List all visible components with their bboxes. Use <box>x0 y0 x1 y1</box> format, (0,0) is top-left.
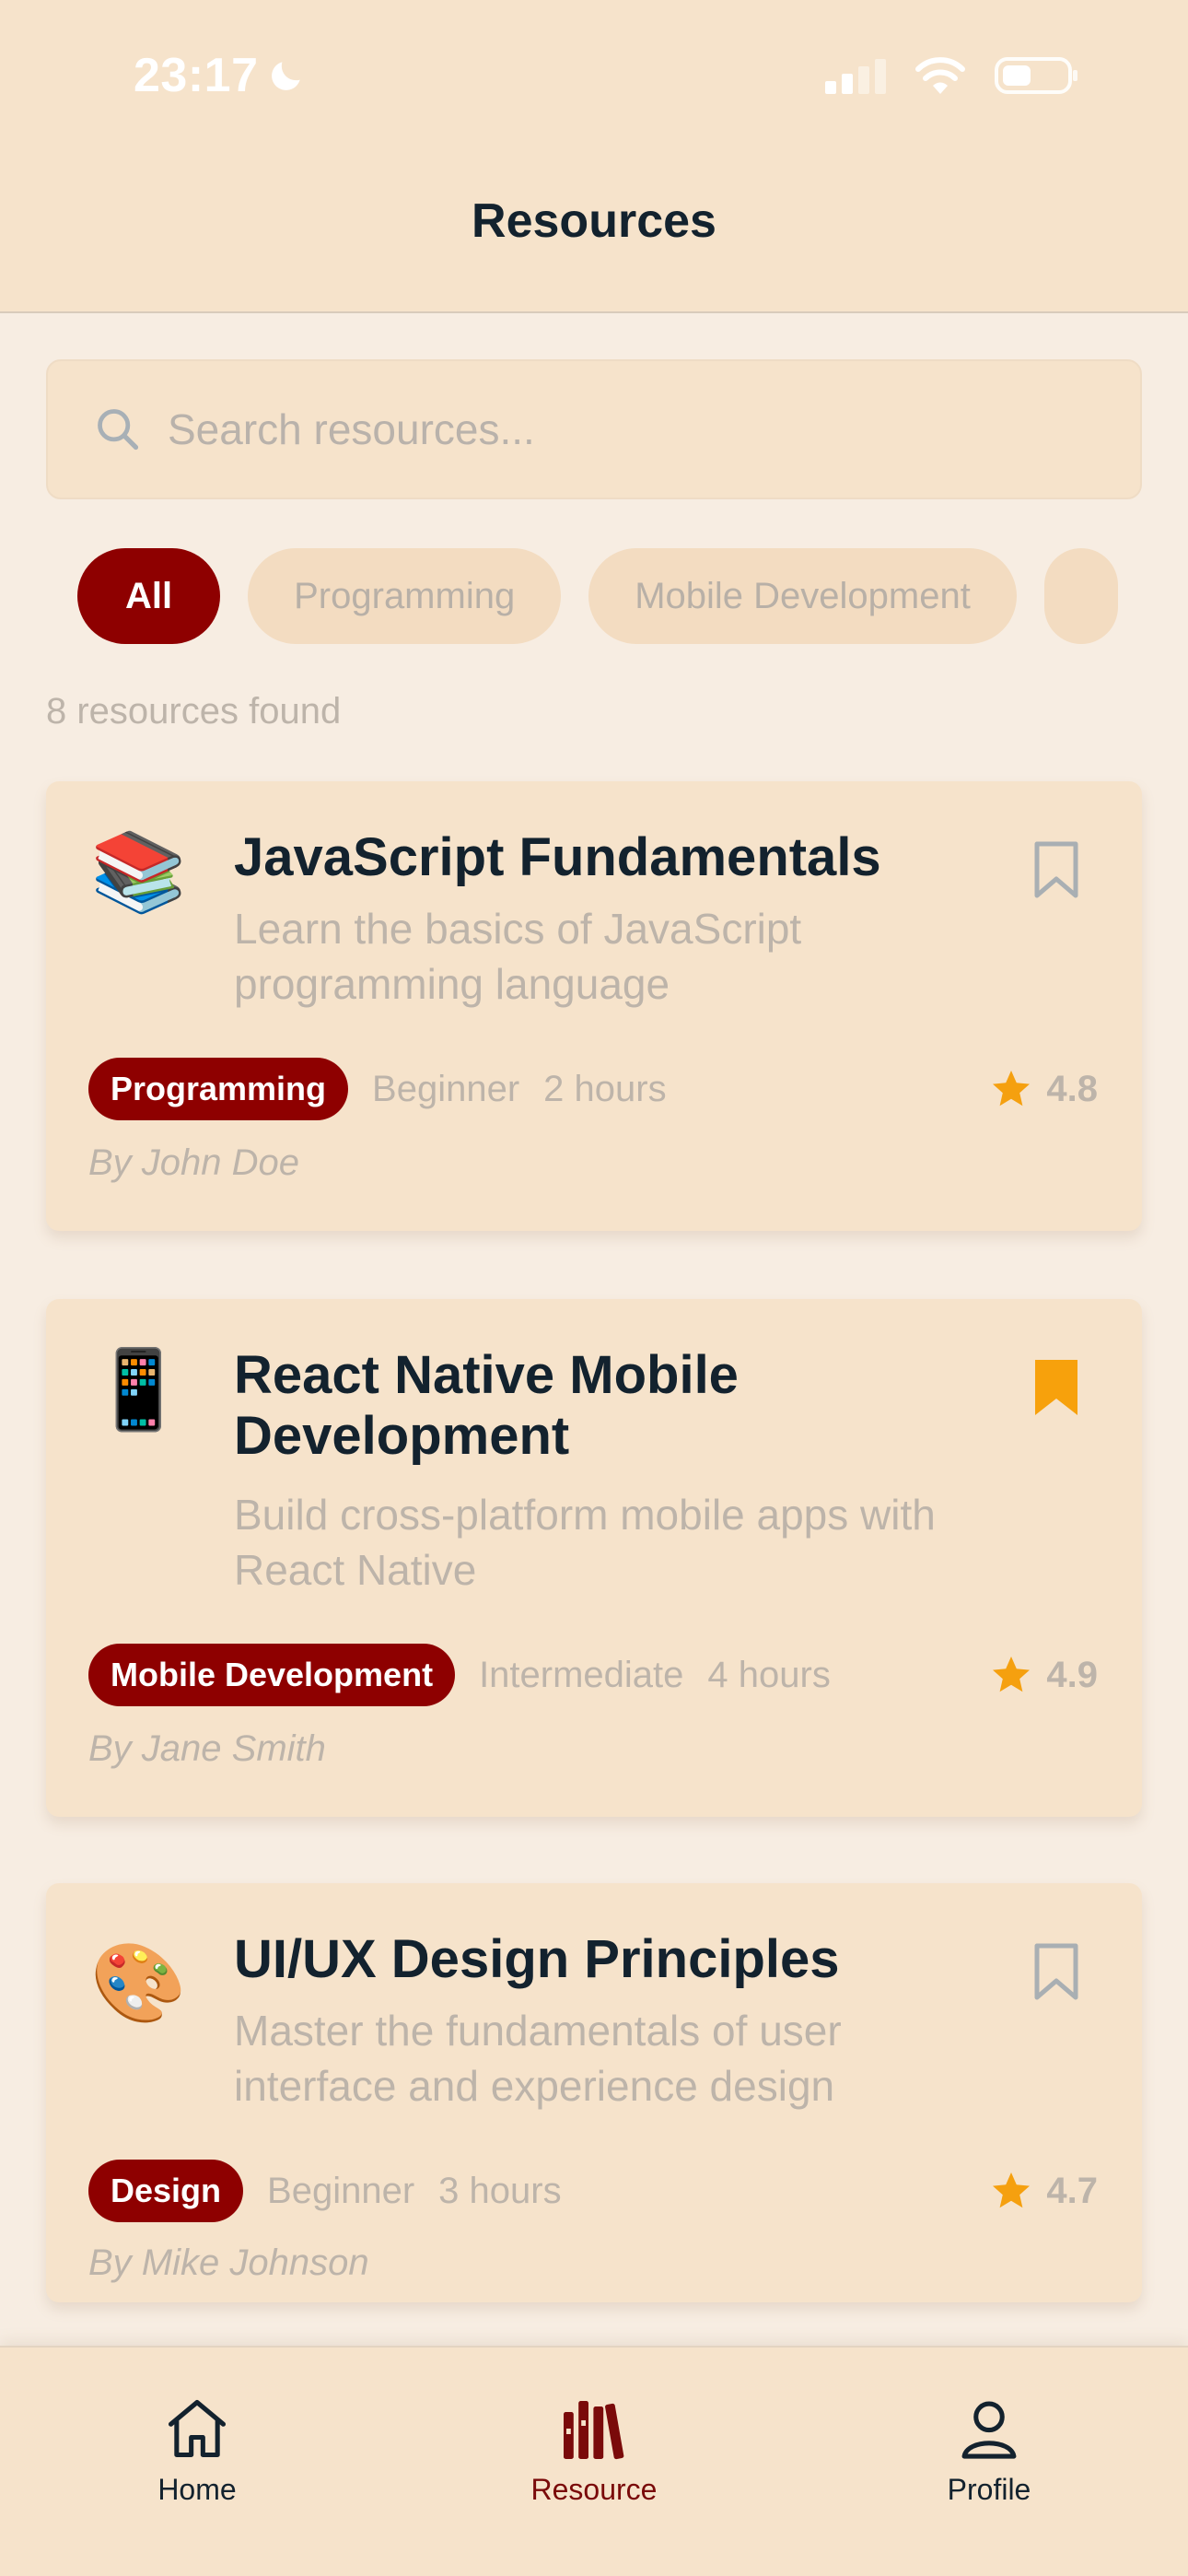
resource-title: React Native Mobile Development <box>234 1345 739 1466</box>
bottom-tab-bar: Home Resource Profile <box>0 2346 1188 2576</box>
filter-chip-label: Mobile Development <box>635 575 971 616</box>
star-icon <box>993 1657 1031 1692</box>
books-icon: 📚 <box>90 828 187 915</box>
resource-meta: Programming Beginner 2 hours 4.8 <box>88 1058 1098 1120</box>
duration-label: 4 hours <box>707 1654 831 1695</box>
author-label: By John Doe <box>88 1142 300 1183</box>
moon-icon <box>271 62 300 90</box>
bookmark-icon[interactable] <box>1033 1942 1079 2001</box>
rating-value: 4.8 <box>1046 1068 1098 1109</box>
resource-description: Master the fundamentals of user interfac… <box>234 2007 842 2110</box>
resource-card[interactable]: 📱 React Native Mobile Development Build … <box>46 1299 1142 1817</box>
category-tag: Mobile Development <box>88 1644 456 1706</box>
home-icon <box>168 2399 227 2458</box>
bookmark-filled-icon[interactable] <box>1033 1358 1079 1417</box>
filter-chip-label: Programming <box>294 575 516 616</box>
status-icons <box>825 55 1079 96</box>
status-time: 23:17 <box>134 48 307 103</box>
resource-meta: Design Beginner 3 hours 4.7 <box>88 2160 1098 2222</box>
filter-chip-programming[interactable]: Programming <box>248 548 562 644</box>
tab-resource-label: Resource <box>530 2473 658 2506</box>
search-input[interactable] <box>168 404 1089 454</box>
profile-icon <box>961 2401 1017 2459</box>
rating-value: 4.9 <box>1046 1654 1098 1695</box>
battery-icon <box>995 57 1077 94</box>
resource-description: Learn the basics of JavaScript programmi… <box>234 905 802 1008</box>
filter-chip-label: All <box>125 575 173 616</box>
results-count: 8 resources found <box>46 691 342 732</box>
cellular-signal-icon <box>825 59 886 94</box>
status-time-text: 23:17 <box>134 49 259 102</box>
filter-chip-more[interactable] <box>1043 548 1118 644</box>
author-label: By Mike Johnson <box>88 2242 369 2283</box>
category-tag: Programming <box>88 1058 349 1120</box>
bookmark-icon[interactable] <box>1033 840 1079 899</box>
resource-card[interactable]: 🎨 UI/UX Design Principles Master the fun… <box>46 1883 1142 2302</box>
search-bar[interactable] <box>46 359 1142 499</box>
wifi-icon <box>915 57 965 94</box>
rating-value: 4.7 <box>1046 2170 1098 2211</box>
filter-chip-all[interactable]: All <box>77 548 221 644</box>
level-label: Beginner <box>372 1068 520 1109</box>
rating: 4.9 <box>989 1653 1098 1697</box>
resource-card[interactable]: 📚 JavaScript Fundamentals Learn the basi… <box>46 781 1142 1231</box>
tab-home-label: Home <box>157 2473 237 2506</box>
duration-label: 3 hours <box>438 2170 562 2211</box>
category-tag: Design <box>88 2160 244 2222</box>
mobile-phone-icon: 📱 <box>90 1346 187 1433</box>
resource-description: Build cross-platform mobile apps with Re… <box>234 1491 936 1594</box>
artist-palette-icon: 🎨 <box>90 1939 187 2026</box>
library-icon <box>564 2401 624 2460</box>
category-filter-bar: All Programming Mobile Development <box>77 548 1142 648</box>
tab-profile-label: Profile <box>947 2473 1031 2506</box>
tab-resource[interactable]: Resource <box>502 2394 686 2507</box>
tab-profile[interactable]: Profile <box>897 2394 1081 2507</box>
page-title: Resources <box>472 194 716 248</box>
star-icon <box>993 1071 1031 1107</box>
rating: 4.8 <box>989 1067 1098 1111</box>
resource-title: UI/UX Design Principles <box>234 1929 840 1989</box>
search-icon <box>98 409 139 451</box>
resource-meta: Mobile Development Intermediate 4 hours … <box>88 1644 1098 1706</box>
tab-home[interactable]: Home <box>105 2394 289 2507</box>
resource-title: JavaScript Fundamentals <box>234 827 881 887</box>
duration-label: 2 hours <box>543 1068 667 1109</box>
rating: 4.7 <box>989 2169 1098 2213</box>
level-label: Intermediate <box>479 1654 684 1695</box>
author-label: By Jane Smith <box>88 1728 326 1769</box>
star-icon <box>993 2172 1031 2208</box>
top-bar: 23:17 Resources <box>0 0 1188 313</box>
filter-chip-mobile-development[interactable]: Mobile Development <box>588 548 1017 644</box>
level-label: Beginner <box>267 2170 415 2211</box>
